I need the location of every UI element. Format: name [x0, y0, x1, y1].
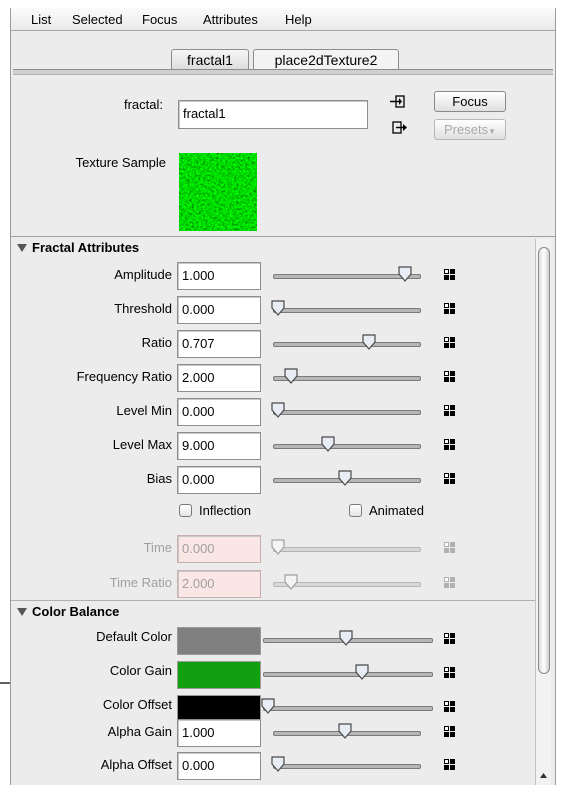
- level-max-field[interactable]: 9.000: [177, 432, 261, 460]
- collapse-triangle-icon: [17, 608, 27, 616]
- scrollbar-thumb[interactable]: [538, 247, 550, 674]
- time-ratio-keyable-icon[interactable]: [444, 576, 455, 588]
- time-slider-track[interactable]: [273, 547, 421, 552]
- alpha-offset-field[interactable]: 0.000: [177, 752, 261, 780]
- menu-attributes[interactable]: Attributes: [203, 12, 258, 27]
- time-ratio-slider-thumb[interactable]: [284, 574, 298, 590]
- time-label: Time: [143, 540, 172, 555]
- amplitude-field[interactable]: 1.000: [177, 262, 261, 290]
- color-gain-slider-thumb[interactable]: [354, 664, 369, 680]
- default-color-label: Default Color: [96, 629, 172, 644]
- ratio-slider-track[interactable]: [273, 342, 421, 347]
- animated-checkbox[interactable]: [349, 504, 362, 517]
- ratio-slider-thumb[interactable]: [362, 334, 376, 350]
- threshold-keyable-icon[interactable]: [444, 302, 455, 314]
- alpha-gain-keyable-icon[interactable]: [444, 725, 455, 737]
- menu-focus[interactable]: Focus: [142, 12, 177, 27]
- color-balance-title: Color Balance: [32, 604, 120, 619]
- bias-slider-thumb[interactable]: [338, 470, 352, 486]
- ratio-keyable-icon[interactable]: [444, 336, 455, 348]
- presets-dropdown-icon: ▼: [488, 127, 496, 136]
- color-gain-label: Color Gain: [109, 663, 172, 678]
- frequency-ratio-keyable-icon[interactable]: [444, 370, 455, 382]
- default-color-keyable-icon[interactable]: [444, 632, 455, 644]
- color-gain-keyable-icon[interactable]: [444, 666, 455, 678]
- load-attributes-icon[interactable]: [390, 95, 406, 109]
- frequency-ratio-field[interactable]: 2.000: [177, 364, 261, 392]
- level-max-label: Level Max: [112, 437, 172, 452]
- inflection-checkbox[interactable]: [179, 504, 192, 517]
- vertical-scrollbar[interactable]: [535, 239, 551, 785]
- tab-fractal1[interactable]: fractal1: [171, 49, 249, 70]
- attribute-editor-window: List Selected Focus Attributes Help frac…: [10, 8, 556, 785]
- default-color-slider-thumb[interactable]: [339, 630, 353, 646]
- ratio-field[interactable]: 0.707: [177, 330, 261, 358]
- color-offset-keyable-icon[interactable]: [444, 700, 455, 712]
- alpha-offset-keyable-icon[interactable]: [444, 758, 455, 770]
- level-max-keyable-icon[interactable]: [444, 438, 455, 450]
- inflection-label: Inflection: [199, 503, 252, 518]
- tab-divider: [13, 69, 553, 75]
- menu-selected[interactable]: Selected: [72, 12, 123, 27]
- section-divider: [11, 236, 555, 237]
- level-max-slider-track[interactable]: [273, 444, 421, 449]
- alpha-offset-slider-thumb[interactable]: [271, 756, 285, 772]
- level-min-field[interactable]: 0.000: [177, 398, 261, 426]
- color-offset-slider-thumb[interactable]: [261, 698, 275, 714]
- bias-field[interactable]: 0.000: [177, 466, 261, 494]
- alpha-gain-label: Alpha Gain: [107, 724, 172, 739]
- presets-button[interactable]: Presets▼: [434, 119, 506, 140]
- amplitude-slider-thumb[interactable]: [398, 266, 412, 282]
- color-gain-slider-track[interactable]: [263, 672, 433, 677]
- bias-label: Bias: [146, 471, 172, 486]
- default-color-swatch[interactable]: [177, 627, 261, 655]
- alpha-offset-label: Alpha Offset: [100, 757, 172, 772]
- time-field[interactable]: 0.000: [177, 535, 261, 563]
- level-max-slider-thumb[interactable]: [320, 436, 335, 452]
- bias-keyable-icon[interactable]: [444, 472, 455, 484]
- collapse-triangle-icon: [17, 244, 27, 252]
- fractal-attributes-header[interactable]: Fractal Attributes: [11, 240, 531, 257]
- amplitude-keyable-icon[interactable]: [444, 268, 455, 280]
- copy-tab-icon[interactable]: [392, 121, 408, 135]
- node-name-label: fractal:: [123, 97, 163, 112]
- threshold-slider-track[interactable]: [273, 308, 421, 313]
- frequency-ratio-label: Frequency Ratio: [76, 369, 172, 384]
- ratio-label: Ratio: [141, 335, 172, 350]
- scroll-up-arrow-icon[interactable]: [539, 771, 548, 780]
- level-min-slider-track[interactable]: [273, 410, 421, 415]
- animated-label: Animated: [369, 503, 424, 518]
- threshold-label: Threshold: [114, 301, 172, 316]
- texture-sample-label: Texture Sample: [75, 155, 166, 170]
- color-gain-swatch[interactable]: [177, 661, 261, 689]
- time-keyable-icon[interactable]: [444, 541, 455, 553]
- amplitude-label: Amplitude: [114, 267, 172, 282]
- alpha-gain-slider-thumb[interactable]: [338, 723, 352, 739]
- threshold-slider-thumb[interactable]: [271, 300, 285, 316]
- fractal-attributes-title: Fractal Attributes: [32, 240, 140, 255]
- color-offset-label: Color Offset: [102, 697, 172, 712]
- level-min-label: Level Min: [116, 403, 172, 418]
- focus-button[interactable]: Focus: [434, 91, 506, 112]
- level-min-slider-thumb[interactable]: [271, 402, 285, 418]
- frequency-ratio-slider-thumb[interactable]: [284, 368, 298, 384]
- section-divider-color: [11, 600, 535, 601]
- texture-sample-swatch[interactable]: [179, 153, 257, 231]
- tab-place2dtexture2[interactable]: place2dTexture2: [253, 49, 399, 70]
- presets-label: Presets: [444, 122, 489, 137]
- color-offset-slider-track[interactable]: [263, 706, 433, 711]
- alpha-gain-field[interactable]: 1.000: [177, 719, 261, 747]
- threshold-field[interactable]: 0.000: [177, 296, 261, 324]
- node-name-field[interactable]: fractal1: [178, 100, 368, 129]
- time-slider-thumb[interactable]: [271, 539, 285, 555]
- color-balance-header[interactable]: Color Balance: [11, 604, 531, 621]
- time-ratio-field[interactable]: 2.000: [177, 570, 261, 598]
- level-min-keyable-icon[interactable]: [444, 404, 455, 416]
- time-ratio-label: Time Ratio: [109, 575, 172, 590]
- menu-help[interactable]: Help: [285, 12, 312, 27]
- menu-bar: List Selected Focus Attributes Help: [11, 8, 555, 31]
- alpha-offset-slider-track[interactable]: [273, 764, 421, 769]
- menu-list[interactable]: List: [31, 12, 51, 27]
